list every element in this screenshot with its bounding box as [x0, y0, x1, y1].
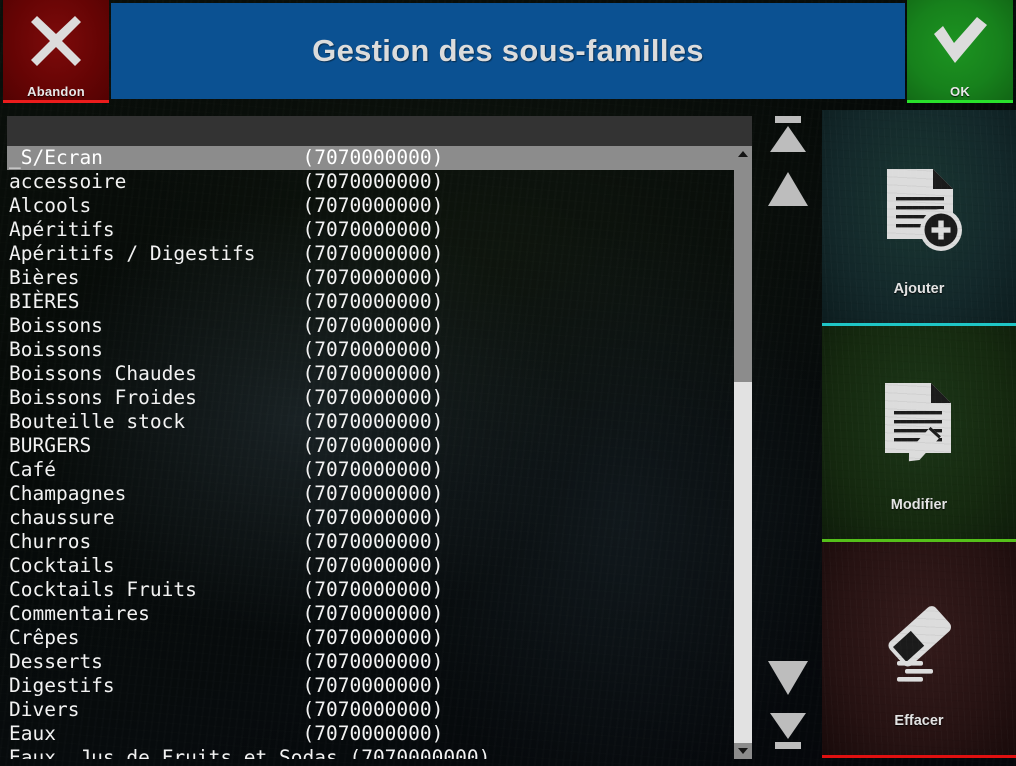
- edit-button-label: Modifier: [890, 497, 948, 513]
- ok-button[interactable]: OK: [907, 0, 1013, 103]
- list-item[interactable]: Cocktails (7070000000): [7, 554, 752, 578]
- list-item[interactable]: Cocktails Fruits (7070000000): [7, 578, 752, 602]
- title-bar: Gestion des sous-familles: [111, 3, 905, 99]
- application-window: Abandon Gestion des sous-familles OK _S/…: [0, 0, 1016, 766]
- list-item[interactable]: Commentaires (7070000000): [7, 602, 752, 626]
- list-item[interactable]: Crêpes (7070000000): [7, 626, 752, 650]
- delete-button[interactable]: Effacer: [822, 542, 1016, 758]
- subfamily-list-panel: _S/Ecran (7070000000) accessoire (7070000…: [7, 116, 752, 759]
- delete-accent-bar: [822, 755, 1016, 758]
- list-viewport[interactable]: _S/Ecran (7070000000) accessoire (7070000…: [7, 146, 752, 759]
- ok-accent-bar: [907, 100, 1013, 103]
- scroll-up-glyph: [738, 151, 748, 157]
- add-button[interactable]: Ajouter: [822, 110, 1016, 326]
- list-item[interactable]: Churros (7070000000): [7, 530, 752, 554]
- page-up-icon[interactable]: [763, 166, 813, 212]
- list-item[interactable]: Boissons Chaudes (7070000000): [7, 362, 752, 386]
- add-button-label: Ajouter: [893, 281, 945, 297]
- document-add-icon: [867, 139, 971, 279]
- go-to-bottom-icon[interactable]: [763, 705, 813, 751]
- list-item[interactable]: Desserts (7070000000): [7, 650, 752, 674]
- scroll-up-arrow-icon[interactable]: [734, 146, 752, 162]
- action-button-column: Ajouter Modifier Effacer: [822, 110, 1016, 766]
- delete-button-label: Effacer: [894, 713, 944, 729]
- list-item[interactable]: accessoire (7070000000): [7, 170, 752, 194]
- list-item[interactable]: Alcools (7070000000): [7, 194, 752, 218]
- list-item[interactable]: Bières (7070000000): [7, 266, 752, 290]
- list-rows: _S/Ecran (7070000000) accessoire (7070000…: [7, 146, 752, 759]
- list-item[interactable]: _S/Ecran (7070000000): [7, 146, 752, 170]
- document-edit-icon: [867, 355, 971, 495]
- list-item[interactable]: Divers (7070000000): [7, 698, 752, 722]
- list-item[interactable]: Champagnes (7070000000): [7, 482, 752, 506]
- list-item[interactable]: BURGERS (7070000000): [7, 434, 752, 458]
- page-title: Gestion des sous-familles: [312, 33, 704, 68]
- eraser-icon: [867, 571, 971, 711]
- list-item[interactable]: chaussure (7070000000): [7, 506, 752, 530]
- list-item[interactable]: Eaux, Jus de Fruits et Sodas (7070000000…: [7, 746, 752, 759]
- go-to-top-icon[interactable]: [763, 114, 813, 160]
- abandon-button-label: Abandon: [27, 84, 85, 99]
- scrollbar-thumb[interactable]: [734, 162, 752, 382]
- close-x-icon: [3, 8, 109, 74]
- list-item[interactable]: Digestifs (7070000000): [7, 674, 752, 698]
- scrollbar-track[interactable]: [734, 382, 752, 743]
- abandon-button[interactable]: Abandon: [3, 0, 109, 103]
- list-item[interactable]: BIÈRES (7070000000): [7, 290, 752, 314]
- edit-button[interactable]: Modifier: [822, 326, 1016, 542]
- top-command-bar: Abandon Gestion des sous-familles OK: [0, 0, 1016, 103]
- list-item[interactable]: Boissons (7070000000): [7, 338, 752, 362]
- list-item[interactable]: Boissons (7070000000): [7, 314, 752, 338]
- check-icon: [907, 8, 1013, 74]
- abandon-accent-bar: [3, 100, 109, 103]
- list-item[interactable]: Café (7070000000): [7, 458, 752, 482]
- scroll-down-glyph: [738, 748, 748, 754]
- list-item[interactable]: Bouteille stock (7070000000): [7, 410, 752, 434]
- ok-button-label: OK: [950, 84, 970, 99]
- list-item[interactable]: Apéritifs (7070000000): [7, 218, 752, 242]
- page-down-icon[interactable]: [763, 655, 813, 701]
- list-header-bar: [7, 116, 752, 146]
- list-item[interactable]: Apéritifs / Digestifs (7070000000): [7, 242, 752, 266]
- list-item[interactable]: Eaux (7070000000): [7, 722, 752, 746]
- scroll-down-arrow-icon[interactable]: [734, 743, 752, 759]
- list-item[interactable]: Boissons Froides (7070000000): [7, 386, 752, 410]
- vertical-scrollbar[interactable]: [734, 146, 752, 759]
